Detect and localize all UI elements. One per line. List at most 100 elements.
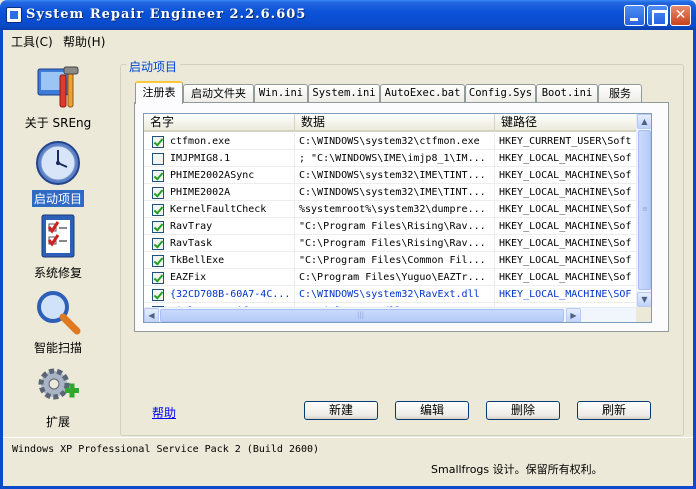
table-row[interactable]: ctfmon.exe C:\WINDOWS\system32\ctfmon.exe… [144,133,638,150]
cell-data: C:\WINDOWS\system32\ctfmon.exe [295,133,495,150]
new-button[interactable]: 新建 [304,401,378,420]
close-icon: ✕ [674,7,687,23]
table-row[interactable]: {32CD708B-60A7-4C... C:\WINDOWS\system32\… [144,286,638,303]
scroll-right-button[interactable]: ▶ [566,308,581,322]
enable-checkbox[interactable] [152,187,164,199]
nav-item-startup[interactable]: 启动项目 [17,139,99,207]
os-version-text: Windows XP Professional Service Pack 2 (… [12,444,320,455]
vertical-scroll-thumb[interactable]: ≡ [638,130,651,290]
entry-name: RavTray [170,221,213,232]
scroll-down-button[interactable]: ▼ [637,292,651,307]
table-row[interactable]: PHIME2002ASync C:\WINDOWS\system32\IME\TI… [144,167,638,184]
vertical-scrollbar[interactable]: ▲ ≡ ▼ [636,114,651,307]
nav-item-repair[interactable]: 系统修复 [17,213,99,281]
cell-data: C:\WINDOWS\system32\IME\TINT... [295,184,495,201]
entry-name: PHIME2002ASync [170,170,255,181]
cell-key-path: HKEY_LOCAL_MACHINE\Sof [495,184,638,201]
clock-icon [34,139,82,187]
table-row[interactable]: RavTask "C:\Program Files\Rising\Rav... HK… [144,235,638,252]
tab-system-ini[interactable]: System.ini [308,84,380,103]
cell-key-path: HKEY_LOCAL_MACHINE\Sof [495,252,638,269]
startup-list[interactable]: 名字 数据 键路径 ctfmon.exe C:\WINDOWS\system32\… [143,113,652,323]
table-row[interactable]: RavTray "C:\Program Files\Rising\Rav... HK… [144,218,638,235]
group-title: 启动项目 [126,58,181,75]
edit-button[interactable]: 编辑 [395,401,469,420]
horizontal-scrollbar[interactable]: ◀ ||| ▶ [144,307,638,322]
nav-label-scan: 智能扫描 [33,341,82,355]
status-divider [3,437,693,438]
app-icon [6,7,22,23]
table-row[interactable]: TkBellExe "C:\Program Files\Common Fil...… [144,252,638,269]
enable-checkbox[interactable] [152,204,164,216]
cell-data: C:\WINDOWS\system32\IME\TINT... [295,167,495,184]
enable-checkbox[interactable] [152,255,164,267]
title-bar: System Repair Engineer 2.2.6.605 ✕ [0,0,696,30]
tab-boot-ini[interactable]: Boot.ini [536,84,598,103]
menu-bar: 工具(C) 帮助(H) [3,30,693,50]
column-header-name[interactable]: 名字 [144,114,295,132]
entry-name: EAZFix [170,272,207,283]
tab-config-sys[interactable]: Config.Sys [465,84,536,103]
enable-checkbox[interactable] [152,136,164,148]
menu-tools[interactable]: 工具(C) [7,32,57,51]
cell-key-path: HKEY_LOCAL_MACHINE\Sof [495,235,638,252]
enable-checkbox[interactable] [152,272,164,284]
nav-item-about[interactable]: 关于 SREng [17,63,99,131]
table-row[interactable]: PHIME2002A C:\WINDOWS\system32\IME\TINT..… [144,184,638,201]
enable-checkbox[interactable] [152,238,164,250]
delete-button[interactable]: 删除 [486,401,560,420]
cell-key-path: HKEY_LOCAL_MACHINE\SOF [495,286,638,303]
horizontal-scroll-thumb[interactable]: ||| [160,309,564,322]
tab-startup-folder[interactable]: 启动文件夹 [183,84,254,103]
cell-name: EAZFix [144,269,295,286]
menu-help[interactable]: 帮助(H) [59,32,109,51]
window-title: System Repair Engineer 2.2.6.605 [26,7,307,22]
maximize-button[interactable] [647,5,668,26]
tab-autoexec-bat[interactable]: AutoExec.bat [380,84,465,103]
cell-name: PHIME2002ASync [144,167,295,184]
toolbox-icon [34,63,82,111]
cell-key-path: HKEY_LOCAL_MACHINE\Sof [495,269,638,286]
close-button[interactable]: ✕ [670,5,691,26]
cell-name: PHIME2002A [144,184,295,201]
entry-name: KernelFaultCheck [170,204,267,215]
cell-data: "C:\Program Files\Common Fil... [295,252,495,269]
scroll-up-button[interactable]: ▲ [637,114,651,129]
minimize-button[interactable] [624,5,645,26]
enable-checkbox[interactable] [152,170,164,182]
table-row[interactable]: KernelFaultCheck %systemroot%\system32\du… [144,201,638,218]
entry-name: IMJPMIG8.1 [170,153,231,164]
column-header-data[interactable]: 数据 [295,114,495,132]
cell-data: C:\WINDOWS\system32\RavExt.dll [295,286,495,303]
entry-name: RavTask [170,238,213,249]
table-row[interactable]: EAZFix C:\Program Files\Yuguo\EAZTr... HKE… [144,269,638,286]
cell-data: C:\Program Files\Yuguo\EAZTr... [295,269,495,286]
nav-label-startup: 启动项目 [31,190,84,207]
entry-name: TkBellExe [170,255,225,266]
cell-name: KernelFaultCheck [144,201,295,218]
scroll-corner [636,307,651,322]
column-header-path[interactable]: 键路径 [495,114,638,132]
cell-key-path: HKEY_LOCAL_MACHINE\Sof [495,167,638,184]
cell-key-path: HKEY_CURRENT_USER\Soft [495,133,638,150]
enable-checkbox[interactable] [152,221,164,233]
nav-label-about: 关于 SREng [24,116,92,130]
scroll-left-button[interactable]: ◀ [144,308,159,322]
tab-registry[interactable]: 注册表 [135,81,183,104]
list-header: 名字 数据 键路径 [144,114,638,132]
enable-checkbox[interactable] [152,289,164,301]
nav-item-scan[interactable]: 智能扫描 [17,288,99,356]
nav-item-extend[interactable]: 扩展 [17,362,99,430]
enable-checkbox[interactable] [152,153,164,165]
copyright-text: Smallfrogs 设计。保留所有权利。 [431,463,603,476]
tab-win-ini[interactable]: Win.ini [254,84,308,103]
table-row[interactable]: IMJPMIG8.1 ; "C:\WINDOWS\IME\imjp8_1\IM..… [144,150,638,167]
cell-name: IMJPMIG8.1 [144,150,295,167]
cell-key-path: HKEY_LOCAL_MACHINE\Sof [495,150,638,167]
entry-name: {32CD708B-60A7-4C... [170,289,291,300]
tab-services[interactable]: 服务 [598,84,642,103]
cell-name: ctfmon.exe [144,133,295,150]
help-link[interactable]: 帮助 [152,404,176,421]
refresh-button[interactable]: 刷新 [577,401,651,420]
cell-name: RavTask [144,235,295,252]
